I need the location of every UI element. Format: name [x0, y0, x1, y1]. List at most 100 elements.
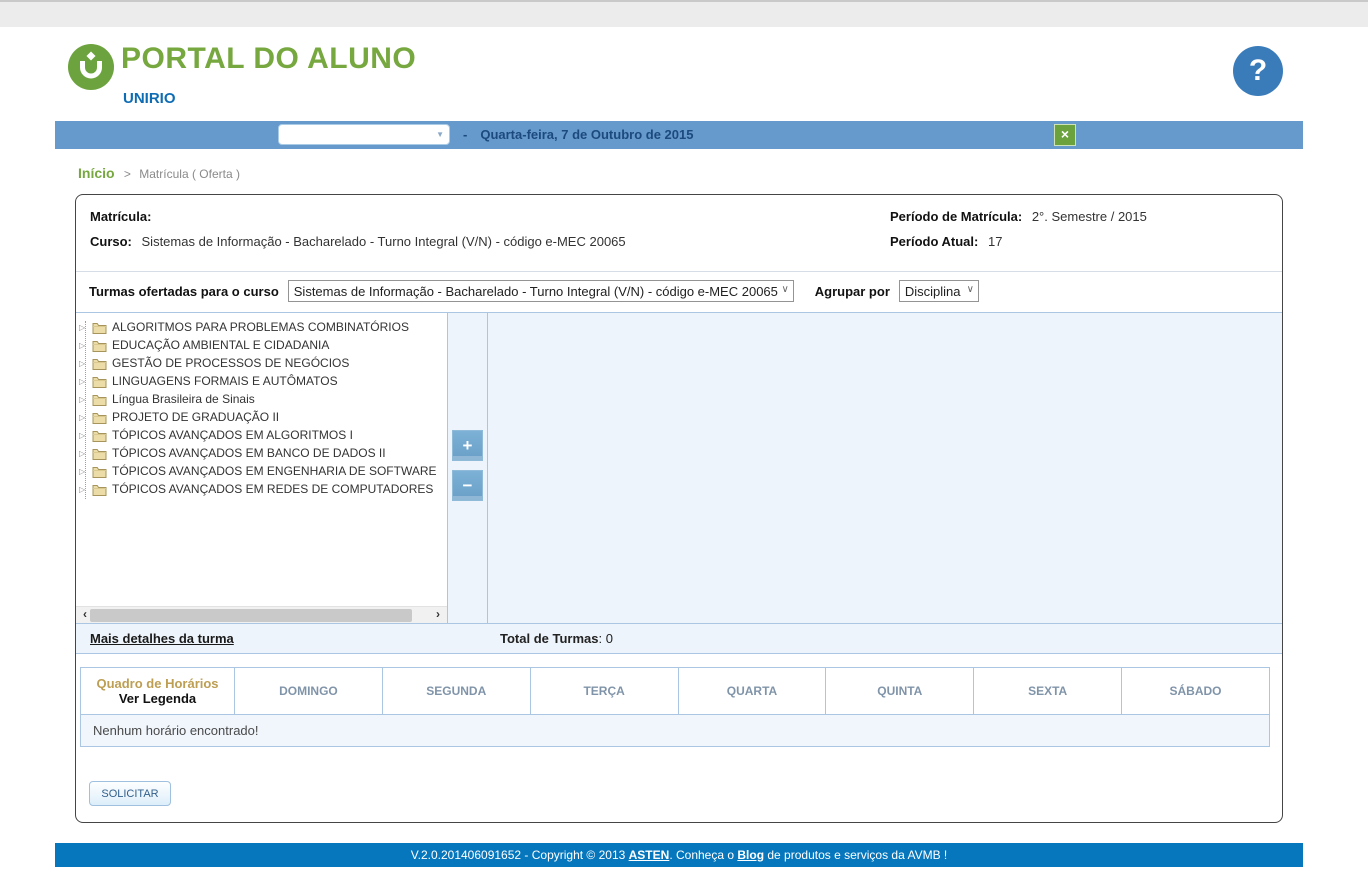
asten-link[interactable]: ASTEN	[629, 848, 670, 862]
schedule-empty-row: Nenhum horário encontrado!	[81, 715, 1270, 747]
day-header: QUARTA	[678, 668, 826, 715]
curso-value: Sistemas de Informação - Bacharelado - T…	[142, 234, 626, 249]
selected-turmas-pane	[488, 313, 1282, 623]
tree-item[interactable]: ▷ PROJETO DE GRADUAÇÃO II	[76, 408, 447, 426]
folder-icon	[92, 411, 107, 424]
expand-icon[interactable]: ▷	[79, 323, 92, 332]
schedule-header-row: Quadro de Horários Ver Legenda DOMINGOSE…	[81, 668, 1270, 715]
tree-item[interactable]: ▷ LINGUAGENS FORMAIS E AUTÔMATOS	[76, 372, 447, 390]
folder-icon	[92, 465, 107, 478]
scroll-right-icon[interactable]: ›	[430, 607, 446, 623]
folder-icon	[92, 375, 107, 388]
day-header: SEGUNDA	[382, 668, 530, 715]
folder-icon	[92, 357, 107, 370]
institution-name: UNIRIO	[123, 90, 176, 107]
schedule-table: Quadro de Horários Ver Legenda DOMINGOSE…	[80, 667, 1270, 747]
footer-suffix-text: de produtos e serviços da AVMB !	[764, 848, 947, 862]
tree-item-label: TÓPICOS AVANÇADOS EM ENGENHARIA DE SOFTW…	[112, 464, 437, 478]
periodo-matricula-value: 2°. Semestre / 2015	[1032, 209, 1147, 224]
date-dash: -	[463, 127, 467, 142]
breadcrumb: Início > Matrícula ( Oferta )	[78, 165, 1303, 187]
expand-icon[interactable]: ▷	[79, 467, 92, 476]
day-header: DOMINGO	[235, 668, 383, 715]
day-header: SÁBADO	[1122, 668, 1270, 715]
offered-courses-pane: ▷ ALGORITMOS PARA PROBLEMAS COMBINATÓRIO…	[76, 313, 448, 623]
page-header: PORTAL DO ALUNO UNIRIO ?	[55, 27, 1303, 121]
turmas-ofertadas-label: Turmas ofertadas para o curso	[89, 284, 279, 299]
remove-turma-button[interactable]: −	[452, 470, 483, 501]
tree-item[interactable]: ▷ TÓPICOS AVANÇADOS EM ENGENHARIA DE SOF…	[76, 462, 447, 480]
curso-label: Curso:	[90, 234, 132, 249]
ver-legenda-link[interactable]: Ver Legenda	[82, 691, 233, 706]
tree-item[interactable]: ▷ TÓPICOS AVANÇADOS EM REDES DE COMPUTAD…	[76, 480, 447, 498]
breadcrumb-home-link[interactable]: Início	[78, 165, 115, 181]
expand-icon[interactable]: ▷	[79, 359, 92, 368]
expand-icon[interactable]: ▷	[79, 341, 92, 350]
total-turmas-value: : 0	[598, 631, 612, 646]
expand-icon[interactable]: ▷	[79, 485, 92, 494]
session-dropdown[interactable]: ▼	[278, 124, 450, 145]
tree-item[interactable]: ▷ TÓPICOS AVANÇADOS EM BANCO DE DADOS II	[76, 444, 447, 462]
tree-item[interactable]: ▷ GESTÃO DE PROCESSOS DE NEGÓCIOS	[76, 354, 447, 372]
folder-icon	[92, 447, 107, 460]
expand-icon[interactable]: ▷	[79, 449, 92, 458]
matricula-label: Matrícula:	[90, 209, 151, 224]
tree-item[interactable]: ▷ TÓPICOS AVANÇADOS EM ALGORITMOS I	[76, 426, 447, 444]
add-turma-button[interactable]: +	[452, 430, 483, 461]
solicitar-button[interactable]: SOLICITAR	[89, 781, 171, 806]
course-select[interactable]: Sistemas de Informação - Bacharelado - T…	[288, 280, 794, 302]
schedule-corner-header: Quadro de Horários Ver Legenda	[81, 668, 235, 715]
periodo-matricula-label: Período de Matrícula:	[890, 209, 1022, 224]
portal-page: PORTAL DO ALUNO UNIRIO ? ▼ -Quarta-feira…	[55, 27, 1303, 867]
chevron-down-icon: ▼	[436, 130, 444, 139]
periodo-atual-label: Período Atual:	[890, 234, 978, 249]
expand-icon[interactable]: ▷	[79, 431, 92, 440]
quadro-horarios-label: Quadro de Horários	[82, 676, 233, 691]
unirio-logo-icon	[68, 44, 114, 90]
horizontal-scrollbar[interactable]: ‹ ›	[76, 606, 447, 623]
folder-icon	[92, 393, 107, 406]
course-select-value: Sistemas de Informação - Bacharelado - T…	[294, 284, 778, 299]
question-icon: ?	[1249, 54, 1267, 87]
expand-icon[interactable]: ▷	[79, 413, 92, 422]
breadcrumb-separator: >	[124, 167, 131, 181]
course-selection-area: ▷ ALGORITMOS PARA PROBLEMAS COMBINATÓRIO…	[76, 312, 1282, 624]
tree-item[interactable]: ▷ Língua Brasileira de Sinais	[76, 390, 447, 408]
current-date: -Quarta-feira, 7 de Outubro de 2015	[463, 127, 693, 142]
tree-item-label: TÓPICOS AVANÇADOS EM BANCO DE DADOS II	[112, 446, 386, 460]
tree-item-label: TÓPICOS AVANÇADOS EM REDES DE COMPUTADOR…	[112, 482, 433, 496]
tree-item-label: EDUCAÇÃO AMBIENTAL E CIDADANIA	[112, 338, 329, 352]
tree-item-label: LINGUAGENS FORMAIS E AUTÔMATOS	[112, 374, 338, 388]
blog-link[interactable]: Blog	[737, 848, 764, 862]
chevron-down-icon: ∨	[967, 284, 974, 295]
agrupar-por-label: Agrupar por	[815, 284, 890, 299]
tree-item-label: Língua Brasileira de Sinais	[112, 392, 255, 406]
chevron-down-icon: ∨	[781, 284, 788, 295]
periodo-atual-value: 17	[988, 234, 1002, 249]
enrollment-info: Matrícula: Curso: Sistemas de Informação…	[76, 195, 1282, 271]
tree-item-label: GESTÃO DE PROCESSOS DE NEGÓCIOS	[112, 356, 349, 370]
close-session-button[interactable]: ×	[1054, 124, 1076, 146]
scrollbar-thumb[interactable]	[90, 609, 412, 622]
footer-bar: V.2.0.201406091652 - Copyright © 2013 AS…	[55, 843, 1303, 867]
browser-top-strip	[0, 0, 1368, 27]
group-by-select[interactable]: Disciplina ∨	[899, 280, 979, 302]
page-title: PORTAL DO ALUNO	[121, 42, 416, 76]
folder-icon	[92, 339, 107, 352]
breadcrumb-current: Matrícula ( Oferta )	[139, 167, 240, 181]
tree-item[interactable]: ▷ ALGORITMOS PARA PROBLEMAS COMBINATÓRIO…	[76, 318, 447, 336]
folder-icon	[92, 429, 107, 442]
close-icon: ×	[1061, 126, 1069, 142]
expand-icon[interactable]: ▷	[79, 377, 92, 386]
footer-version-text: V.2.0.201406091652 - Copyright © 2013	[411, 848, 629, 862]
day-header: QUINTA	[826, 668, 974, 715]
mais-detalhes-link[interactable]: Mais detalhes da turma	[90, 624, 234, 654]
help-button[interactable]: ?	[1233, 46, 1283, 96]
course-tree: ▷ ALGORITMOS PARA PROBLEMAS COMBINATÓRIO…	[76, 318, 447, 498]
folder-icon	[92, 321, 107, 334]
tree-item-label: ALGORITMOS PARA PROBLEMAS COMBINATÓRIOS	[112, 320, 409, 334]
expand-icon[interactable]: ▷	[79, 395, 92, 404]
tree-item[interactable]: ▷ EDUCAÇÃO AMBIENTAL E CIDADANIA	[76, 336, 447, 354]
total-turmas: Total de Turmas: 0	[500, 624, 613, 654]
transfer-buttons-column: + −	[448, 313, 488, 623]
